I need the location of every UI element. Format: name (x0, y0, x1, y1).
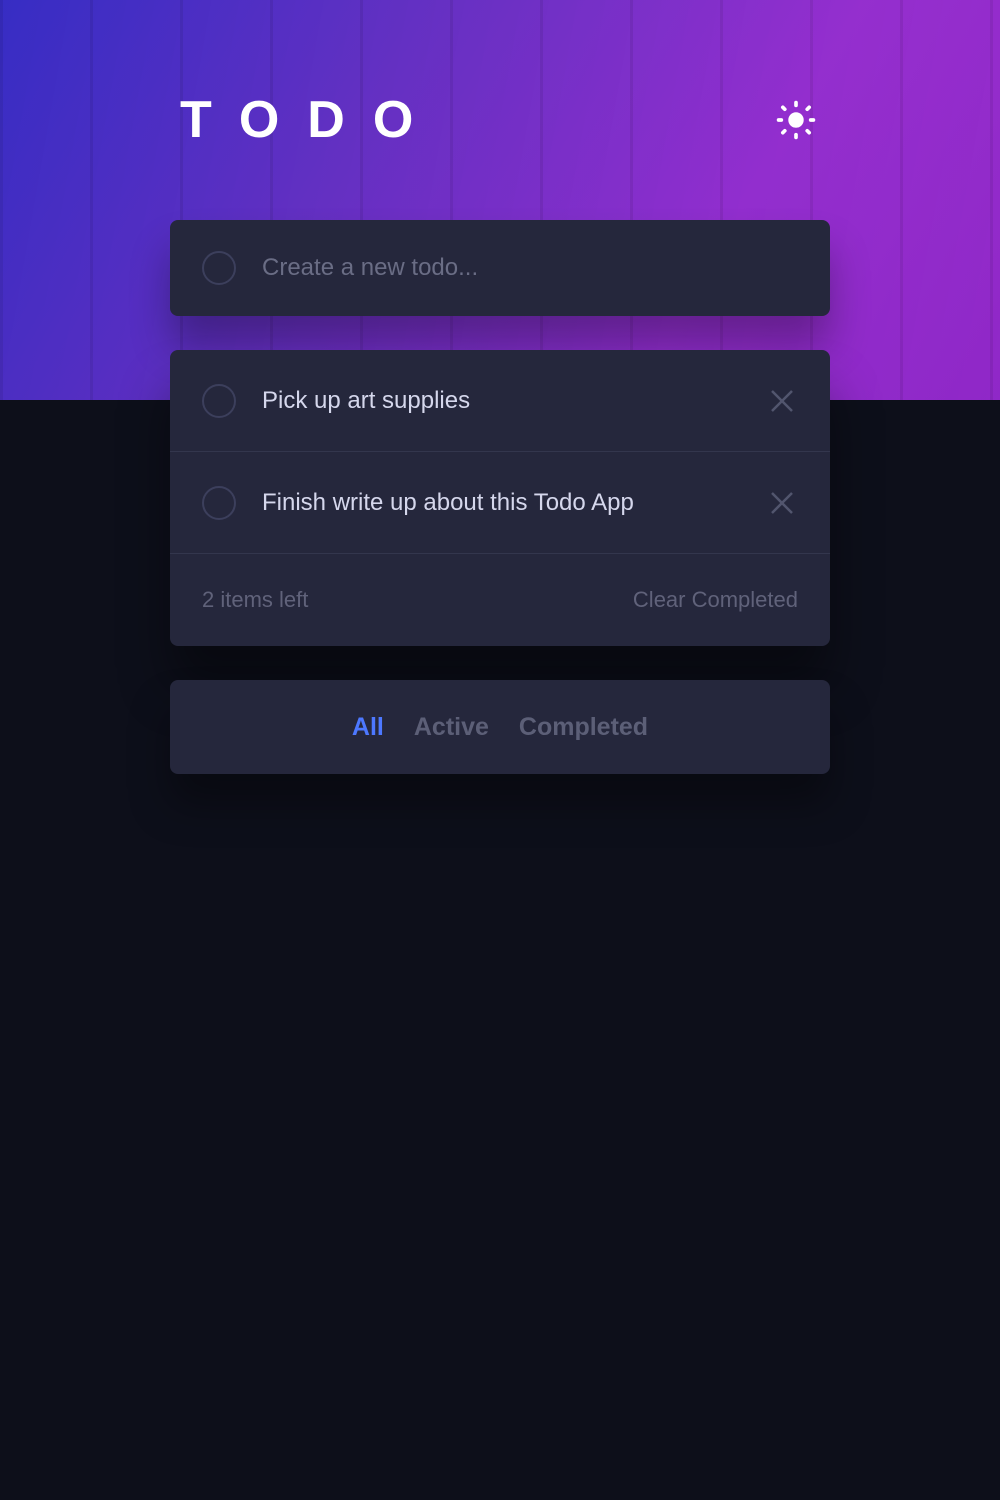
new-todo-checkbox[interactable] (202, 251, 236, 285)
close-icon (767, 386, 797, 416)
theme-toggle-button[interactable] (772, 96, 820, 144)
todo-checkbox[interactable] (202, 486, 236, 520)
header: TODO (170, 90, 830, 150)
clear-completed-button[interactable]: Clear Completed (633, 587, 798, 613)
todo-label: Finish write up about this Todo App (262, 489, 766, 517)
filter-bar: All Active Completed (170, 680, 830, 774)
close-icon (767, 488, 797, 518)
app-container: TODO Pick up art supplies (170, 0, 830, 774)
todo-item[interactable]: Pick up art supplies (170, 350, 830, 452)
list-footer: 2 items left Clear Completed (170, 554, 830, 646)
new-todo-row (170, 220, 830, 316)
items-left-label: 2 items left (202, 587, 308, 613)
todo-checkbox[interactable] (202, 384, 236, 418)
todo-item[interactable]: Finish write up about this Todo App (170, 452, 830, 554)
new-todo-input[interactable] (262, 254, 798, 282)
todo-list: Pick up art supplies Finish write up abo… (170, 350, 830, 646)
app-title: TODO (180, 90, 441, 150)
filter-all[interactable]: All (352, 713, 384, 742)
delete-todo-button[interactable] (766, 385, 798, 417)
filter-completed[interactable]: Completed (519, 713, 648, 742)
filter-active[interactable]: Active (414, 713, 489, 742)
sun-icon (774, 98, 818, 142)
todo-label: Pick up art supplies (262, 387, 766, 415)
delete-todo-button[interactable] (766, 487, 798, 519)
